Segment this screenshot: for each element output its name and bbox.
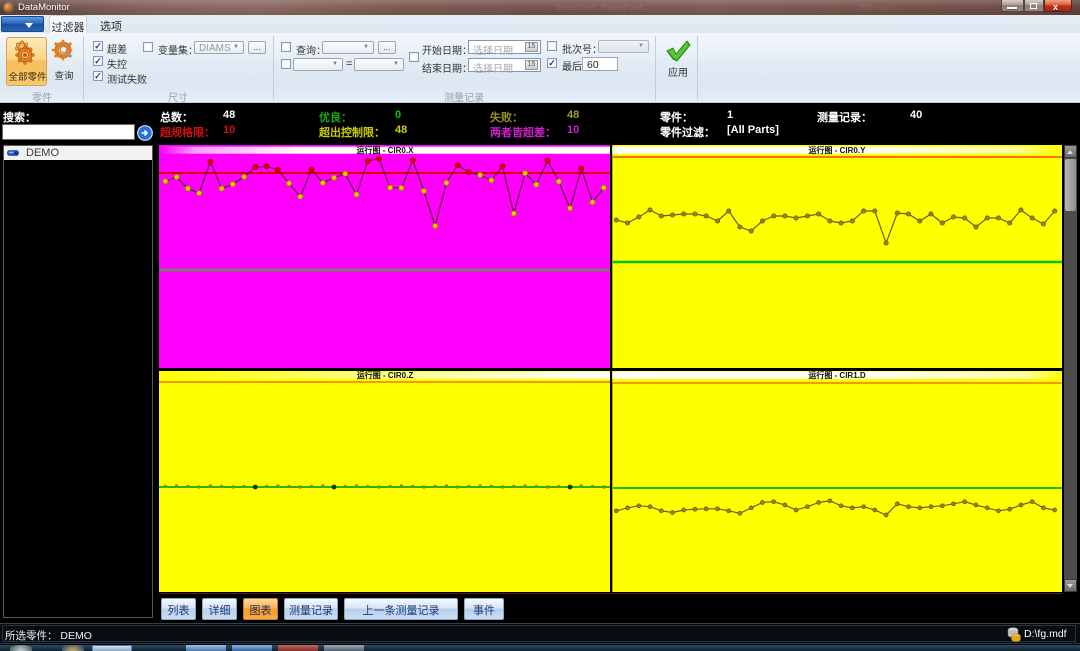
svg-text:运行图 - CIR0.Z: 运行图 - CIR0.Z	[357, 370, 414, 380]
svg-text:运行图 - CIR0.X: 运行图 - CIR0.X	[357, 145, 415, 155]
svg-text:运行图 - CIR0.Y: 运行图 - CIR0.Y	[809, 145, 867, 155]
svg-text:运行图 - CIR1.D: 运行图 - CIR1.D	[808, 370, 866, 380]
